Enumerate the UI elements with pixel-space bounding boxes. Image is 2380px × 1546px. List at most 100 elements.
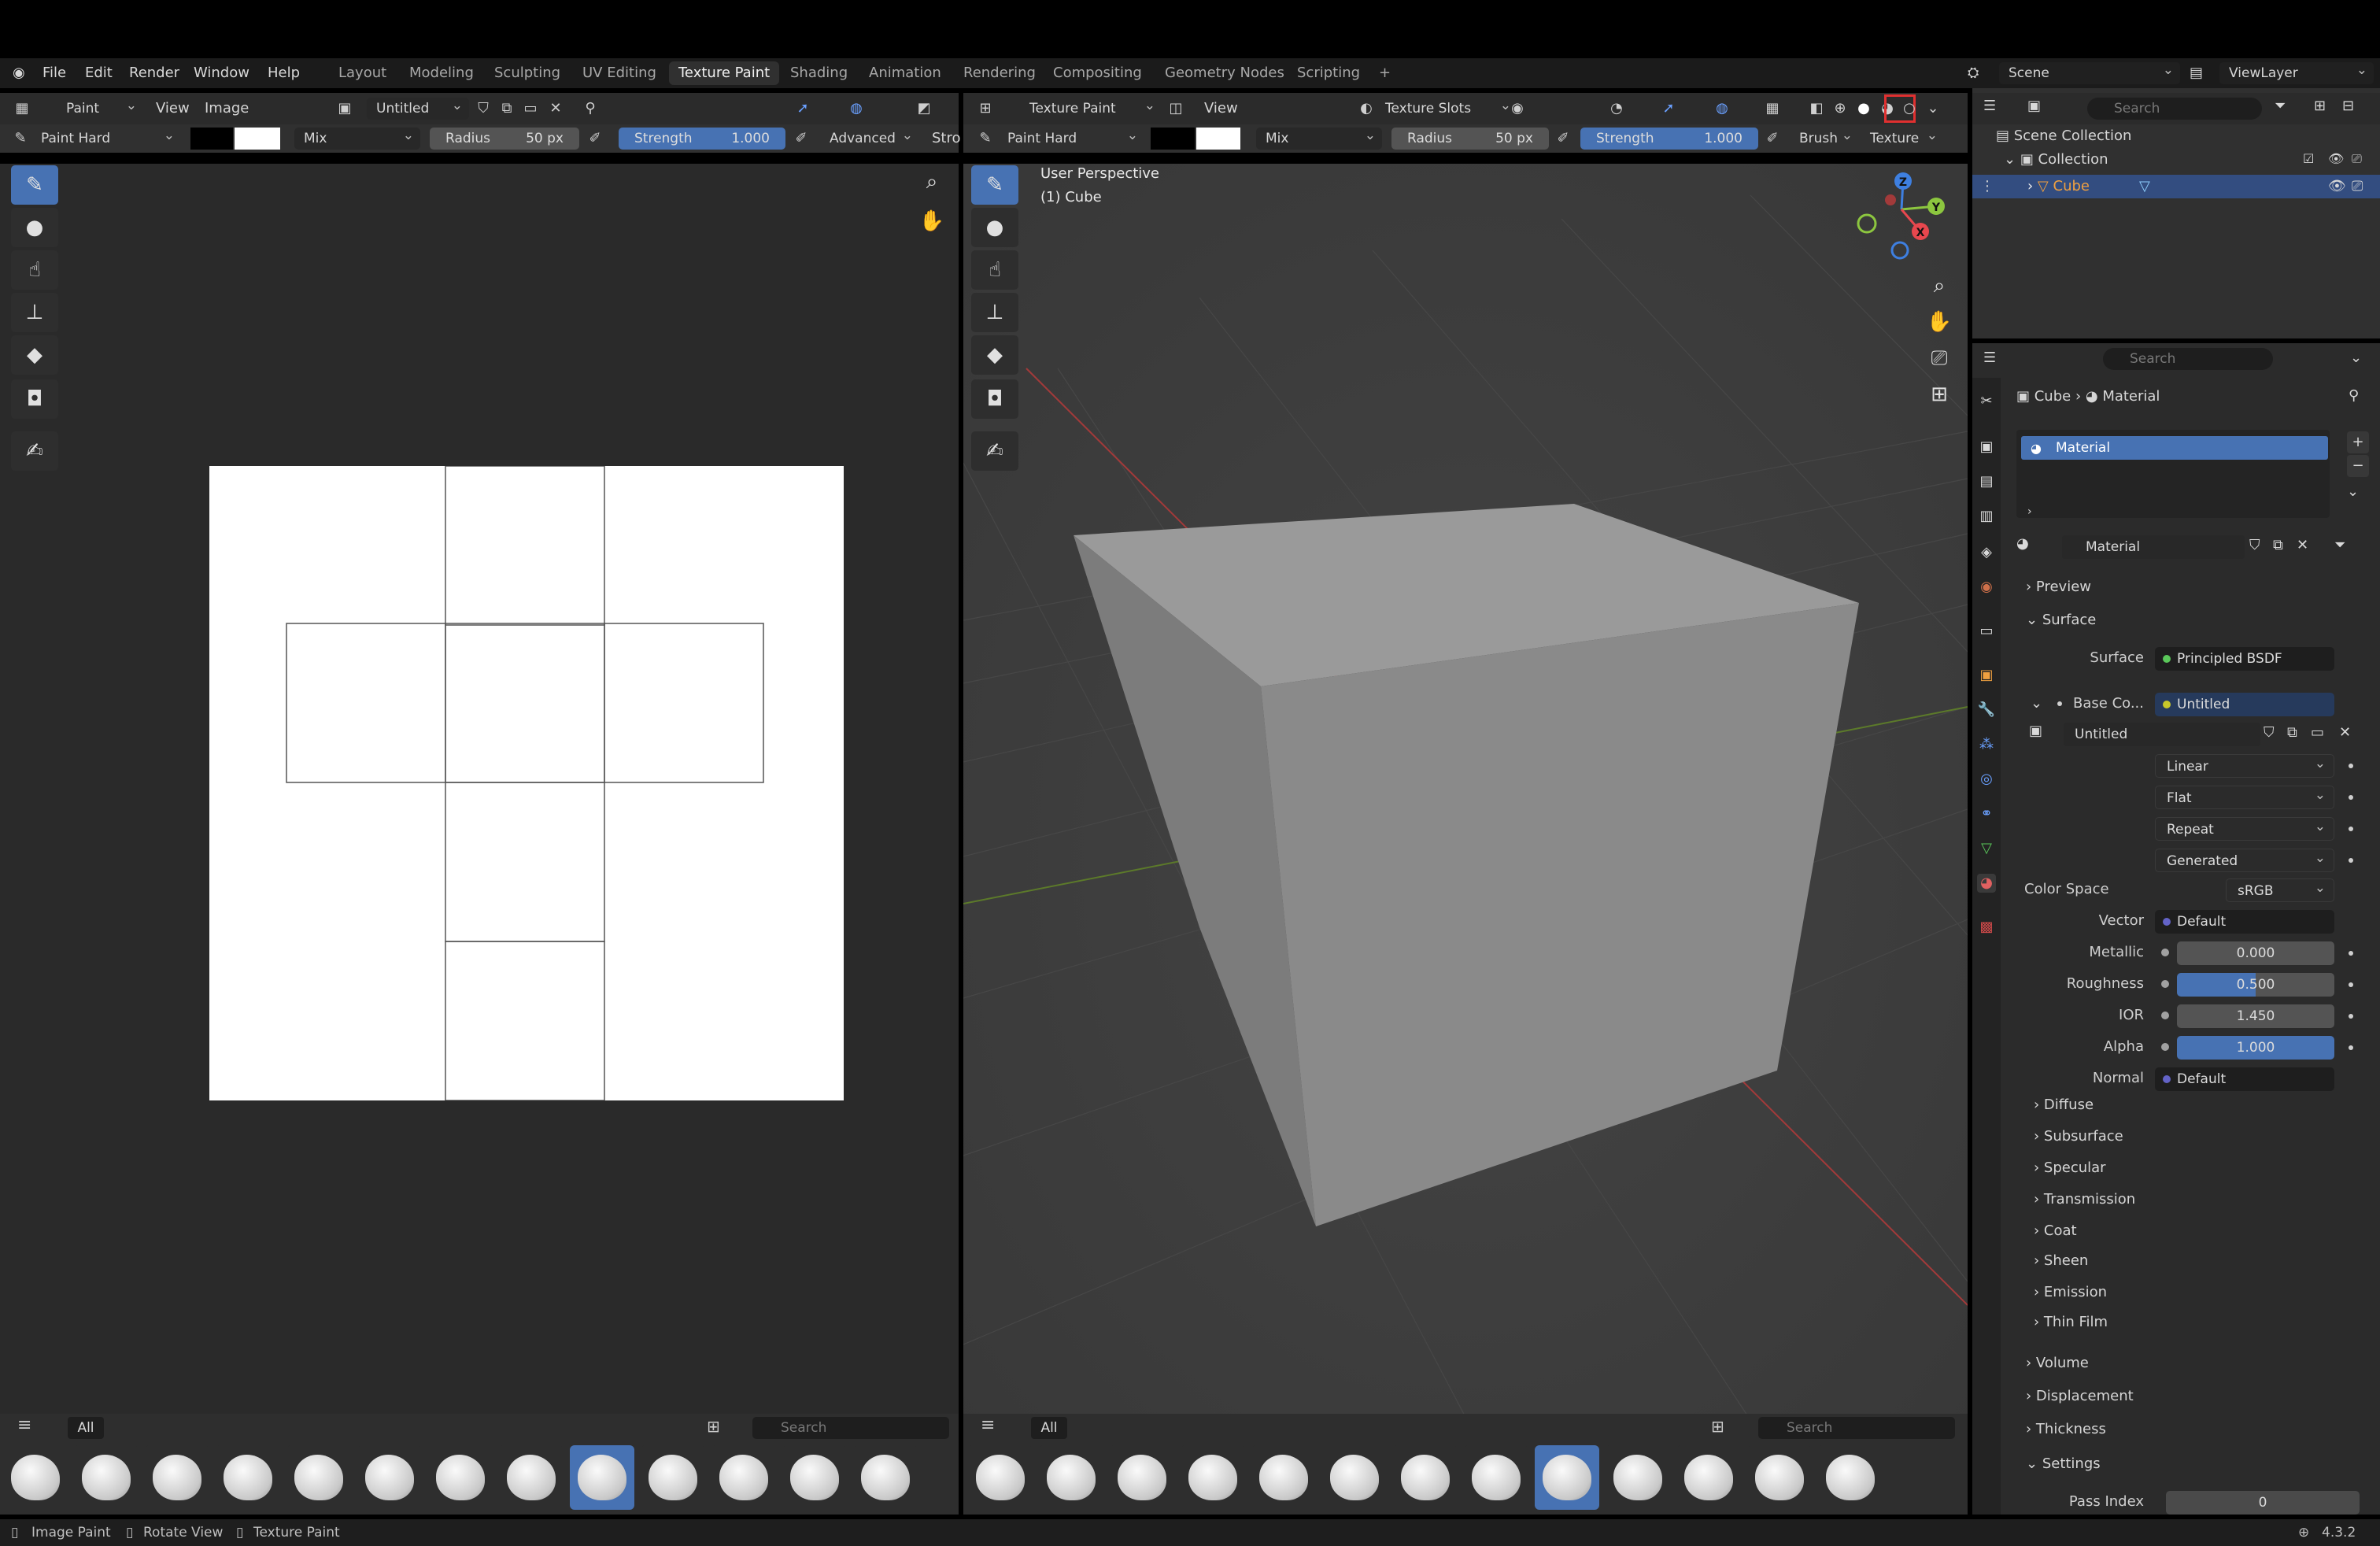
image-browse-icon[interactable]: ▣	[334, 98, 356, 120]
add-workspace-button[interactable]: +	[1369, 61, 1400, 85]
preview-panel-header[interactable]: › Preview	[2026, 575, 2091, 600]
displacement-panel-header[interactable]: › Displacement	[2026, 1384, 2134, 1409]
tab-animation[interactable]: Animation	[859, 61, 951, 85]
blend-mode-dropdown[interactable]: Mix	[1256, 128, 1382, 150]
brush-thumbnail-7[interactable]	[1393, 1445, 1458, 1510]
viewport-view-menu[interactable]: View	[1204, 98, 1238, 120]
vector-field[interactable]: Default	[2155, 910, 2334, 934]
pin-icon[interactable]: ⚲	[579, 98, 601, 120]
menu-file[interactable]: File	[42, 63, 66, 83]
pin-icon[interactable]: ⚲	[2349, 387, 2359, 404]
pressure-radius-icon[interactable]: ✐	[584, 128, 606, 150]
transmission-subpanel[interactable]: › Transmission	[2034, 1187, 2135, 1212]
material-name-field[interactable]: Material	[2062, 535, 2245, 559]
brush-thumbnail-1[interactable]	[3, 1445, 68, 1510]
shelf-filter-all[interactable]: All	[1031, 1417, 1067, 1439]
base-color-field[interactable]: Untitled	[2155, 693, 2334, 716]
object-tab-icon[interactable]: ▣	[1977, 666, 1996, 685]
eye-icon[interactable]: 👁	[2328, 175, 2346, 198]
constraints-tab-icon[interactable]: ⚭	[1977, 804, 1996, 823]
fake-user-shield-icon[interactable]: ⛉	[2264, 724, 2275, 741]
open-image-icon[interactable]: ▭	[519, 98, 541, 120]
view-layer-selector[interactable]: ViewLayer	[2219, 62, 2374, 84]
brush-selector[interactable]: Paint Hard	[998, 128, 1144, 150]
material-slot-item[interactable]: Material	[2021, 436, 2328, 460]
image-menu[interactable]: Image	[205, 98, 249, 120]
mask-toggle-icon[interactable]: ◫	[1165, 98, 1187, 120]
pan-hand-icon[interactable]: ✋	[1916, 302, 1963, 342]
gizmo-toggle-icon[interactable]: ➚	[1658, 98, 1680, 120]
symmetry-icon[interactable]: ◉	[1506, 98, 1528, 120]
physics-tab-icon[interactable]: ◎	[1977, 770, 1996, 789]
specular-subpanel[interactable]: › Specular	[2034, 1156, 2106, 1181]
brush-thumbnail-11[interactable]	[711, 1445, 776, 1510]
brush-thumbnail-3[interactable]	[1110, 1445, 1174, 1510]
pass-index-field[interactable]: 0	[2166, 1491, 2360, 1515]
brush-thumbnail-6[interactable]	[1322, 1445, 1387, 1510]
properties-search-input[interactable]: Search	[2103, 348, 2273, 370]
open-image-icon[interactable]: ▭	[2311, 724, 2324, 741]
strength-field[interactable]: Strength 1.000	[619, 128, 785, 150]
outliner-collection[interactable]: ⌄ ▣ Collection	[2004, 148, 2108, 172]
primary-color-swatch[interactable]	[1151, 128, 1195, 150]
brush-thumbnail-2[interactable]	[1039, 1445, 1103, 1510]
smear-tool-icon[interactable]: ☝	[971, 250, 1018, 290]
new-image-icon[interactable]: ⧉	[2287, 724, 2297, 741]
brush-thumbnail-10[interactable]	[1606, 1445, 1670, 1510]
draw-tool-icon[interactable]: ✎	[971, 165, 1018, 205]
tab-texture-paint[interactable]: Texture Paint	[669, 61, 780, 85]
pressure-strength-icon[interactable]: ✐	[1761, 128, 1783, 150]
radius-field[interactable]: Radius 50 px	[1391, 128, 1549, 150]
surface-shader-field[interactable]: Principled BSDF	[2155, 647, 2334, 671]
shelf-filter-all[interactable]: All	[68, 1417, 104, 1439]
overlay-toggle-icon[interactable]: ◍	[845, 98, 867, 120]
stroke-dropdown[interactable]: Stro	[932, 128, 961, 150]
tab-modeling[interactable]: Modeling	[400, 61, 483, 85]
menu-render[interactable]: Render	[129, 63, 179, 83]
display-mode-icon[interactable]: ▣	[2027, 98, 2041, 114]
zoom-icon[interactable]: ⌕	[908, 162, 955, 202]
pressure-radius-icon[interactable]: ✐	[1552, 128, 1574, 150]
chevron-right-icon[interactable]: ›	[2027, 505, 2032, 518]
brush-thumbnail-8[interactable]	[499, 1445, 564, 1510]
brush-thumbnail-1[interactable]	[968, 1445, 1033, 1510]
collection-add-icon[interactable]: ⊟	[2342, 98, 2354, 114]
outliner-scene-collection[interactable]: ▤ Scene Collection	[1996, 124, 2131, 148]
soften-tool-icon[interactable]: ●	[971, 208, 1018, 247]
shelf-search-input[interactable]: Search	[752, 1417, 949, 1439]
3d-viewport[interactable]	[963, 164, 1968, 1420]
editor-type-icon[interactable]: ☰	[1983, 98, 1996, 114]
visibility-icon[interactable]: ◔	[1606, 98, 1628, 120]
sheen-subpanel[interactable]: › Sheen	[2034, 1248, 2088, 1274]
rendered-shading-icon[interactable]: ○	[1898, 98, 1920, 120]
modifier-tab-icon[interactable]: 🔧	[1977, 701, 1996, 719]
texture-menu-dropdown[interactable]: Texture	[1861, 128, 1944, 150]
chevron-right-icon[interactable]: ›	[2027, 178, 2038, 194]
filter-icon[interactable]: ⏷	[2275, 98, 2286, 114]
material-browse-icon[interactable]: ◕	[2016, 535, 2029, 552]
mask-tool-icon[interactable]: ◘	[11, 379, 58, 419]
brush-thumbnail-4[interactable]	[216, 1445, 280, 1510]
brush-thumbnail-5[interactable]	[286, 1445, 351, 1510]
view-layer-tab-icon[interactable]: ▥	[1977, 507, 1996, 526]
thickness-panel-header[interactable]: › Thickness	[2026, 1417, 2106, 1442]
thin-film-subpanel[interactable]: › Thin Film	[2034, 1310, 2108, 1335]
brush-thumbnail-4[interactable]	[1181, 1445, 1245, 1510]
chevron-down-icon[interactable]: ⌄	[2004, 151, 2020, 168]
shading-options-chevron-icon[interactable]: ⌄	[1922, 98, 1944, 120]
editor-type-icon[interactable]: ☰	[1983, 350, 1996, 366]
node-link-icon[interactable]: ⏷	[2334, 537, 2345, 553]
tab-rendering[interactable]: Rendering	[954, 61, 1045, 85]
interpolation-dropdown[interactable]: Linear	[2155, 752, 2334, 778]
pan-hand-icon[interactable]: ✋	[908, 202, 955, 241]
output-tab-icon[interactable]: ▤	[1977, 472, 1996, 491]
tab-uv-editing[interactable]: UV Editing	[573, 61, 666, 85]
new-image-icon[interactable]: ⧉	[496, 98, 518, 120]
clone-tool-icon[interactable]: ⊥	[971, 293, 1018, 332]
brush-selector[interactable]: Paint Hard	[31, 128, 181, 150]
overlay-toggle-icon[interactable]: ◍	[1711, 98, 1733, 120]
brush-thumbnail-5[interactable]	[1251, 1445, 1316, 1510]
brush-thumbnail-11[interactable]	[1676, 1445, 1741, 1510]
metallic-field[interactable]: 0.000	[2177, 941, 2334, 965]
brush-thumbnail-10[interactable]	[641, 1445, 705, 1510]
